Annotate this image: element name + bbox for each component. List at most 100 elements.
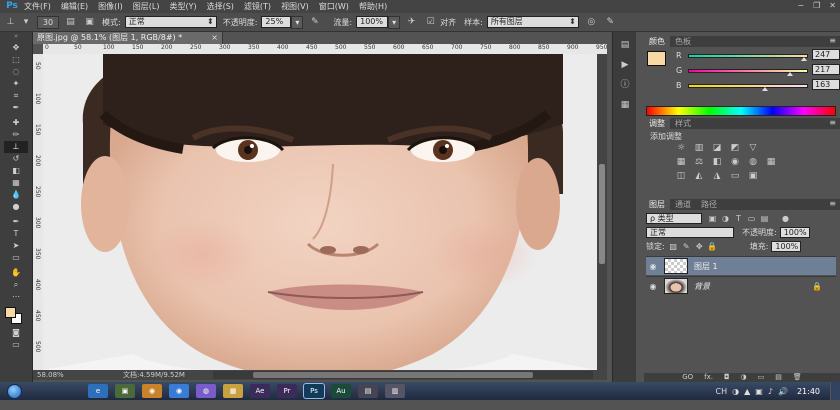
audio-app-icon[interactable]: ♪ — [768, 387, 773, 396]
trash-icon[interactable]: 🗑 — [793, 373, 802, 382]
taskbar-app-icon[interactable]: ◉ — [169, 384, 189, 398]
pressure-size-icon[interactable]: ✎ — [604, 16, 617, 29]
info-panel-icon[interactable]: ⓘ — [617, 78, 633, 92]
network-icon[interactable]: ▣ — [755, 387, 763, 396]
blue-value[interactable]: 163 — [812, 79, 840, 90]
lock-pixels-icon[interactable]: ✎ — [681, 242, 692, 251]
tab-styles[interactable]: 样式 — [670, 118, 696, 129]
taskbar-app-icon[interactable]: ◉ — [142, 384, 162, 398]
taskbar-app-icon[interactable]: Au — [331, 384, 351, 398]
taskbar-app-icon[interactable]: ▤ — [358, 384, 378, 398]
green-value[interactable]: 217 — [812, 64, 840, 75]
pressure-opacity-icon[interactable]: ✎ — [308, 16, 321, 29]
vertical-scroll-thumb[interactable] — [599, 164, 605, 264]
filter-toggle-icon[interactable]: ● — [780, 214, 791, 223]
tab-swatches[interactable]: 色板 — [670, 36, 696, 47]
clone-source-panel-icon[interactable]: ▣ — [83, 16, 96, 29]
horizontal-scroll-thumb[interactable] — [253, 372, 533, 378]
tab-channels[interactable]: 通道 — [670, 199, 696, 210]
menu-layer[interactable]: 图层(L) — [133, 1, 160, 12]
restore-icon[interactable]: ❐ — [813, 1, 820, 10]
zoom-tool-icon[interactable]: ⌕ — [4, 279, 28, 291]
minimize-icon[interactable]: − — [797, 1, 804, 10]
menu-image[interactable]: 图像(I) — [98, 1, 123, 12]
screen-mode-icon[interactable]: ▭ — [4, 339, 28, 351]
red-thumb[interactable] — [801, 57, 808, 61]
foreground-color-chip[interactable] — [647, 51, 666, 66]
blend-mode-select[interactable]: 正常 — [646, 226, 734, 238]
menu-view[interactable]: 视图(V) — [281, 1, 309, 12]
new-layer-icon[interactable]: ▤ — [775, 373, 782, 382]
color-spectrum-bar[interactable] — [646, 106, 836, 116]
taskbar-app-icon[interactable]: e — [88, 384, 108, 398]
menu-edit[interactable]: 编辑(E) — [61, 1, 88, 12]
eye-icon[interactable]: ◉ — [646, 282, 660, 291]
filter-type-icon[interactable]: T — [733, 214, 744, 223]
image-canvas[interactable] — [43, 54, 597, 370]
black-white-icon[interactable]: ◧ — [710, 157, 724, 168]
invert-icon[interactable]: ◫ — [674, 171, 688, 182]
pen-tool-icon[interactable]: ✒ — [4, 216, 28, 228]
panel-menu-icon[interactable]: ≡ — [829, 118, 836, 127]
ignore-adjustment-layers-icon[interactable]: ◎ — [585, 16, 598, 29]
clone-stamp-preset-icon[interactable]: ⊥ — [4, 16, 17, 29]
vibrance-icon[interactable]: ▽ — [746, 143, 760, 154]
extra-tools-icon[interactable]: ⋯ — [4, 291, 28, 303]
lock-all-icon[interactable]: 🔒 — [707, 242, 718, 251]
language-icon[interactable]: CH — [716, 387, 728, 396]
opacity-input[interactable]: 25% — [261, 16, 292, 28]
clock[interactable]: 21:40 — [797, 387, 820, 396]
history-panel-icon[interactable]: ▤ — [617, 38, 633, 52]
taskbar-app-icon[interactable]: Pr — [277, 384, 297, 398]
chevron-down-icon[interactable]: ▾ — [23, 16, 29, 29]
close-icon[interactable]: × — [211, 32, 218, 44]
menu-file[interactable]: 文件(F) — [24, 1, 51, 12]
color-lookup-icon[interactable]: ▦ — [764, 157, 778, 168]
taskbar-app-icon[interactable]: Ae — [250, 384, 270, 398]
menu-filter[interactable]: 滤镜(T) — [244, 1, 271, 12]
hue-saturation-icon[interactable]: ▦ — [674, 157, 688, 168]
channel-mixer-icon[interactable]: ◍ — [746, 157, 760, 168]
sample-select[interactable]: 所有图层 ⬍ — [486, 16, 579, 28]
brush-size-picker[interactable]: 30 — [37, 15, 59, 29]
blur-tool-icon[interactable]: 💧 — [4, 189, 28, 201]
filter-shape-icon[interactable]: ▭ — [746, 214, 757, 223]
aligned-checkbox[interactable]: ☑ — [424, 16, 437, 29]
new-adjustment-icon[interactable]: ◑ — [741, 373, 747, 382]
green-thumb[interactable] — [787, 72, 794, 76]
levels-icon[interactable]: ▥ — [692, 143, 706, 154]
layer-row-layer1[interactable]: ◉ 图层 1 — [646, 256, 836, 275]
threshold-icon[interactable]: ◮ — [710, 171, 724, 182]
menu-select[interactable]: 选择(S) — [207, 1, 234, 12]
layer-opacity-input[interactable]: 100% — [779, 226, 810, 238]
red-track[interactable] — [688, 54, 808, 58]
shape-tool-icon[interactable]: ▭ — [4, 252, 28, 264]
taskbar-app-icon[interactable]: Ps — [303, 383, 325, 399]
history-brush-tool-icon[interactable]: ↺ — [4, 153, 28, 165]
new-group-icon[interactable]: ▭ — [758, 373, 765, 382]
blue-track[interactable] — [688, 84, 808, 88]
layer-row-background[interactable]: ◉ 背景 🔒 — [646, 276, 836, 295]
photo-filter-icon[interactable]: ◉ — [728, 157, 742, 168]
eye-icon[interactable]: ◉ — [646, 262, 660, 271]
actions-panel-icon[interactable]: ▶ — [617, 58, 633, 72]
flow-dropdown-button[interactable]: ▾ — [388, 15, 401, 29]
link-layers-icon[interactable]: GO — [682, 373, 693, 382]
layer-filter-select[interactable]: ρ 类型 — [646, 212, 702, 224]
gradient-map-icon[interactable]: ▭ — [728, 171, 742, 182]
red-value[interactable]: 247 — [812, 49, 840, 60]
crop-tool-icon[interactable]: ⌗ — [4, 90, 28, 102]
clone-stamp-tool-icon[interactable]: ⊥ — [4, 141, 28, 153]
opacity-dropdown-button[interactable]: ▾ — [291, 15, 304, 29]
toolbox-collapse-icon[interactable]: » — [0, 32, 32, 42]
horizontal-scrollbar[interactable] — [213, 371, 593, 379]
panel-menu-icon[interactable]: ≡ — [829, 199, 836, 208]
foreground-color-swatch[interactable] — [5, 307, 16, 318]
healing-brush-tool-icon[interactable]: ✚ — [4, 117, 28, 129]
show-desktop-button[interactable] — [830, 382, 840, 400]
taskbar-app-icon[interactable]: ▥ — [385, 384, 405, 398]
properties-panel-icon[interactable]: ▦ — [617, 98, 633, 112]
menu-type[interactable]: 类型(Y) — [169, 1, 196, 12]
tab-color[interactable]: 颜色 — [644, 36, 670, 47]
menu-help[interactable]: 帮助(H) — [359, 1, 387, 12]
